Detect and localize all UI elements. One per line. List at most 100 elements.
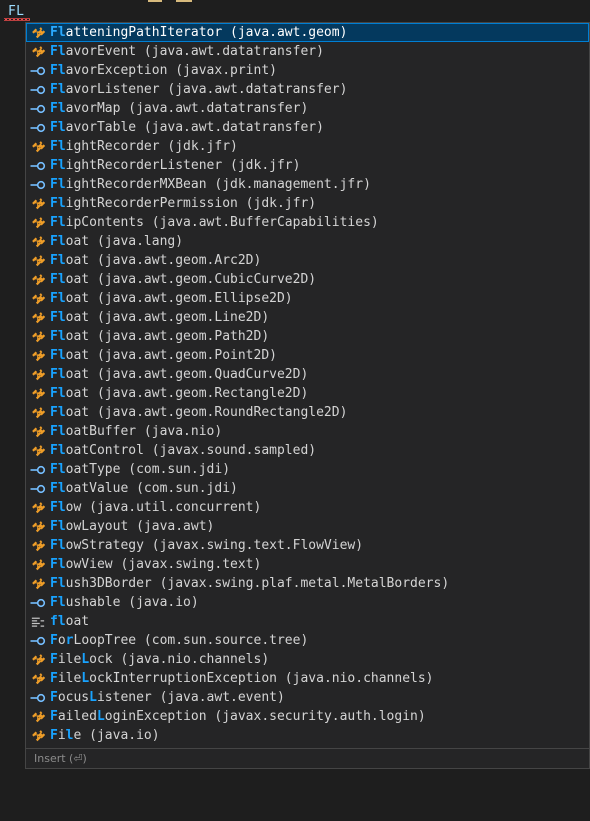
class-icon: [30, 538, 46, 554]
class-icon: [30, 709, 46, 725]
suggestion-item[interactable]: FlowView (javax.swing.text): [26, 555, 589, 574]
suggestion-label: Float (java.awt.geom.Point2D): [50, 348, 277, 363]
suggestion-item[interactable]: Float (java.awt.geom.Point2D): [26, 346, 589, 365]
suggestion-item[interactable]: Flush3DBorder (javax.swing.plaf.metal.Me…: [26, 574, 589, 593]
interface-icon: [30, 120, 46, 136]
class-icon: [30, 310, 46, 326]
interface-icon: [30, 633, 46, 649]
suggestion-item[interactable]: FlavorException (javax.print): [26, 61, 589, 80]
class-icon: [30, 576, 46, 592]
suggestion-item[interactable]: FlowStrategy (javax.swing.text.FlowView): [26, 536, 589, 555]
class-icon: [30, 253, 46, 269]
class-icon: [30, 196, 46, 212]
suggestion-item[interactable]: Float (java.lang): [26, 232, 589, 251]
suggestion-label: FileLock (java.nio.channels): [50, 652, 270, 667]
interface-icon: [30, 63, 46, 79]
class-icon: [30, 652, 46, 668]
class-icon: [30, 519, 46, 535]
class-icon: [30, 329, 46, 345]
suggestion-label: Flushable (java.io): [50, 595, 199, 610]
error-squiggle: [4, 18, 30, 21]
class-icon: [30, 500, 46, 516]
suggestion-item[interactable]: File (java.io): [26, 726, 589, 745]
suggestion-label: FlavorTable (java.awt.datatransfer): [50, 120, 324, 135]
class-icon: [30, 386, 46, 402]
suggestion-label: FlavorEvent (java.awt.datatransfer): [50, 44, 324, 59]
suggestion-item[interactable]: FlowLayout (java.awt): [26, 517, 589, 536]
code-editor[interactable]: FL FlatteningPathIterator (java.awt.geom…: [0, 0, 590, 821]
suggest-widget[interactable]: FlatteningPathIterator (java.awt.geom) Fl…: [25, 22, 590, 769]
suggestion-item[interactable]: FlavorListener (java.awt.datatransfer): [26, 80, 589, 99]
suggestion-label: FlightRecorderPermission (jdk.jfr): [50, 196, 317, 211]
suggestion-item[interactable]: FlatteningPathIterator (java.awt.geom): [26, 23, 589, 42]
suggestion-item[interactable]: Float (java.awt.geom.Path2D): [26, 327, 589, 346]
suggestion-item[interactable]: FloatBuffer (java.nio): [26, 422, 589, 441]
suggestion-label: FlowStrategy (javax.swing.text.FlowView): [50, 538, 364, 553]
interface-icon: [30, 595, 46, 611]
suggestion-item[interactable]: FlavorEvent (java.awt.datatransfer): [26, 42, 589, 61]
suggestion-label: Float (java.awt.geom.RoundRectangle2D): [50, 405, 348, 420]
suggestion-label: ForLoopTree (com.sun.source.tree): [50, 633, 309, 648]
class-icon: [30, 139, 46, 155]
suggestion-item[interactable]: FloatControl (javax.sound.sampled): [26, 441, 589, 460]
suggestion-item[interactable]: FailedLoginException (javax.security.aut…: [26, 707, 589, 726]
suggestion-label: Flush3DBorder (javax.swing.plaf.metal.Me…: [50, 576, 450, 591]
suggestion-item[interactable]: FlightRecorderListener (jdk.jfr): [26, 156, 589, 175]
class-icon: [30, 405, 46, 421]
suggestion-item[interactable]: Float (java.awt.geom.Ellipse2D): [26, 289, 589, 308]
suggestion-label: FlowView (javax.swing.text): [50, 557, 262, 572]
interface-icon: [30, 158, 46, 174]
suggestion-item[interactable]: FlavorTable (java.awt.datatransfer): [26, 118, 589, 137]
suggestion-item[interactable]: Float (java.awt.geom.Line2D): [26, 308, 589, 327]
suggestion-label: Float (java.awt.geom.Path2D): [50, 329, 270, 344]
suggestion-label: FloatBuffer (java.nio): [50, 424, 223, 439]
class-icon: [30, 215, 46, 231]
class-icon: [30, 367, 46, 383]
suggestion-label: Float (java.awt.geom.Ellipse2D): [50, 291, 293, 306]
interface-icon: [30, 82, 46, 98]
suggestion-item[interactable]: float: [26, 612, 589, 631]
class-icon: [30, 728, 46, 744]
suggestion-label: Float (java.lang): [50, 234, 184, 249]
suggestion-label: FlowLayout (java.awt): [50, 519, 215, 534]
suggestion-item[interactable]: FlavorMap (java.awt.datatransfer): [26, 99, 589, 118]
suggestion-label: FileLockInterruptionException (java.nio.…: [50, 671, 434, 686]
suggestion-item[interactable]: Float (java.awt.geom.Rectangle2D): [26, 384, 589, 403]
suggestion-item[interactable]: Float (java.awt.geom.CubicCurve2D): [26, 270, 589, 289]
suggestion-item[interactable]: Flow (java.util.concurrent): [26, 498, 589, 517]
suggestion-item[interactable]: FileLockInterruptionException (java.nio.…: [26, 669, 589, 688]
suggestion-item[interactable]: FileLock (java.nio.channels): [26, 650, 589, 669]
suggestion-item[interactable]: FocusListener (java.awt.event): [26, 688, 589, 707]
suggestion-label: FloatType (com.sun.jdi): [50, 462, 231, 477]
suggestion-label: FlightRecorder (jdk.jfr): [50, 139, 238, 154]
suggestion-item[interactable]: Float (java.awt.geom.Arc2D): [26, 251, 589, 270]
suggestion-label: FlavorMap (java.awt.datatransfer): [50, 101, 309, 116]
suggestion-item[interactable]: FloatValue (com.sun.jdi): [26, 479, 589, 498]
suggestion-label: FlavorException (javax.print): [50, 63, 277, 78]
suggest-status-bar: Insert (⏎): [26, 748, 589, 768]
class-icon: [30, 348, 46, 364]
suggestion-item[interactable]: FlipContents (java.awt.BufferCapabilitie…: [26, 213, 589, 232]
suggestion-item[interactable]: Float (java.awt.geom.RoundRectangle2D): [26, 403, 589, 422]
suggestion-item[interactable]: FloatType (com.sun.jdi): [26, 460, 589, 479]
interface-icon: [30, 101, 46, 117]
suggestion-list[interactable]: FlatteningPathIterator (java.awt.geom) Fl…: [26, 23, 589, 745]
suggestion-label: Float (java.awt.geom.QuadCurve2D): [50, 367, 309, 382]
interface-icon: [30, 690, 46, 706]
suggestion-label: Float (java.awt.geom.Arc2D): [50, 253, 262, 268]
suggestion-label: FocusListener (java.awt.event): [50, 690, 285, 705]
suggestion-item[interactable]: FlightRecorderPermission (jdk.jfr): [26, 194, 589, 213]
typed-text[interactable]: FL: [4, 4, 30, 21]
suggestion-item[interactable]: Float (java.awt.geom.QuadCurve2D): [26, 365, 589, 384]
suggestion-label: Flow (java.util.concurrent): [50, 500, 262, 515]
suggestion-item[interactable]: ForLoopTree (com.sun.source.tree): [26, 631, 589, 650]
suggestion-label: FlightRecorderMXBean (jdk.management.jfr…: [50, 177, 371, 192]
suggestion-label: File (java.io): [50, 728, 160, 743]
interface-icon: [30, 462, 46, 478]
suggestion-item[interactable]: FlightRecorder (jdk.jfr): [26, 137, 589, 156]
previous-line-highlights: [0, 0, 590, 3]
suggestion-item[interactable]: Flushable (java.io): [26, 593, 589, 612]
insert-hint: Insert (⏎): [34, 752, 87, 765]
suggestion-label: FlatteningPathIterator (java.awt.geom): [50, 25, 348, 40]
suggestion-item[interactable]: FlightRecorderMXBean (jdk.management.jfr…: [26, 175, 589, 194]
